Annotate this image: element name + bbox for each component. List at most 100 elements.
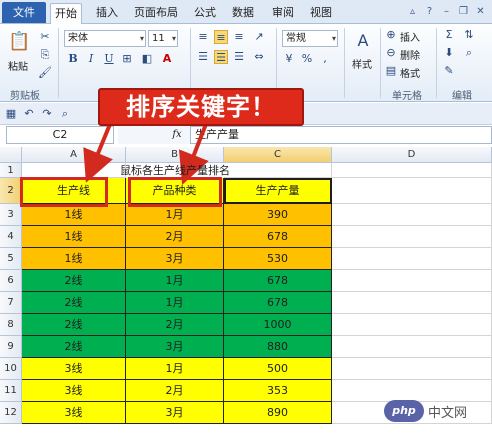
table-cell[interactable]: 2月 bbox=[126, 314, 224, 336]
table-cell[interactable]: 2线 bbox=[22, 336, 126, 358]
table-cell[interactable]: 678 bbox=[224, 226, 332, 248]
find-icon[interactable]: ⌕ bbox=[462, 46, 476, 60]
table-cell[interactable]: 678 bbox=[224, 270, 332, 292]
table-cell[interactable]: 1月 bbox=[126, 358, 224, 380]
select-all-corner[interactable] bbox=[0, 147, 22, 163]
underline-icon[interactable]: U bbox=[102, 52, 116, 66]
row-header-4[interactable]: 4 bbox=[0, 226, 22, 248]
row-header-5[interactable]: 5 bbox=[0, 248, 22, 270]
styles-icon[interactable]: A bbox=[352, 30, 374, 52]
table-cell[interactable]: 3月 bbox=[126, 336, 224, 358]
italic-icon[interactable]: I bbox=[84, 52, 98, 66]
redo-icon[interactable]: ↷ bbox=[40, 107, 54, 121]
font-name-select[interactable]: 宋体 ▾ bbox=[64, 30, 146, 47]
merge-cells-icon[interactable]: ⇔ bbox=[252, 50, 266, 64]
table-cell[interactable]: 353 bbox=[224, 380, 332, 402]
table-cell[interactable] bbox=[332, 358, 492, 380]
restore-icon[interactable]: ❐ bbox=[458, 6, 469, 17]
fill-color-icon[interactable]: ◧ bbox=[140, 52, 154, 66]
align-bottom-icon[interactable]: ≡ bbox=[232, 30, 246, 44]
clear-icon[interactable]: ✎ bbox=[442, 64, 456, 78]
tab-data[interactable]: 数据 bbox=[228, 3, 258, 24]
align-center-icon[interactable]: ☰ bbox=[214, 50, 228, 64]
align-left-icon[interactable]: ☰ bbox=[196, 50, 210, 64]
align-top-icon[interactable]: ≡ bbox=[196, 30, 210, 44]
selected-cell-c2[interactable]: 生产产量 bbox=[224, 178, 332, 204]
orientation-icon[interactable]: ↗ bbox=[252, 30, 266, 44]
font-size-select[interactable]: 11 ▾ bbox=[148, 30, 178, 47]
minimize-icon[interactable]: – bbox=[441, 6, 452, 17]
table-cell[interactable]: 2线 bbox=[22, 314, 126, 336]
table-cell[interactable]: 3月 bbox=[126, 248, 224, 270]
align-right-icon[interactable]: ☰ bbox=[232, 50, 246, 64]
bold-icon[interactable]: B bbox=[66, 52, 80, 66]
row-header-11[interactable]: 11 bbox=[0, 380, 22, 402]
row-header-12[interactable]: 12 bbox=[0, 402, 22, 424]
format-cells-icon[interactable]: ▤ bbox=[384, 64, 398, 78]
number-format-select[interactable]: 常规 ▾ bbox=[282, 30, 338, 47]
close-icon[interactable]: ✕ bbox=[475, 6, 486, 17]
row-header-9[interactable]: 9 bbox=[0, 336, 22, 358]
table-cell[interactable] bbox=[332, 314, 492, 336]
table-cell[interactable]: 2月 bbox=[126, 226, 224, 248]
cut-icon[interactable]: ✂ bbox=[38, 30, 52, 44]
autosum-icon[interactable]: Σ bbox=[442, 28, 456, 42]
insert-function-button[interactable]: fx bbox=[168, 127, 186, 143]
comma-icon[interactable]: , bbox=[318, 52, 332, 66]
font-color-icon[interactable]: A bbox=[160, 52, 174, 66]
insert-cells-icon[interactable]: ⊕ bbox=[384, 28, 398, 42]
insert-cells-button[interactable]: 插入 bbox=[400, 29, 420, 44]
tab-view[interactable]: 视图 bbox=[306, 3, 336, 24]
print-preview-icon[interactable]: ⌕ bbox=[58, 107, 72, 121]
table-cell[interactable]: 500 bbox=[224, 358, 332, 380]
undo-icon[interactable]: ↶ bbox=[22, 107, 36, 121]
paste-icon[interactable]: 📋 bbox=[8, 30, 30, 54]
border-icon[interactable]: ⊞ bbox=[120, 52, 134, 66]
column-header-b[interactable]: B bbox=[126, 147, 224, 163]
table-cell[interactable]: 880 bbox=[224, 336, 332, 358]
row-header-3[interactable]: 3 bbox=[0, 204, 22, 226]
table-cell[interactable] bbox=[332, 248, 492, 270]
table-cell[interactable] bbox=[332, 336, 492, 358]
tab-review[interactable]: 审阅 bbox=[268, 3, 298, 24]
table-cell[interactable]: 1线 bbox=[22, 204, 126, 226]
currency-icon[interactable]: ¥ bbox=[282, 52, 296, 66]
formula-input[interactable]: 生产产量 bbox=[190, 126, 492, 144]
row-header-7[interactable]: 7 bbox=[0, 292, 22, 314]
table-cell[interactable]: 390 bbox=[224, 204, 332, 226]
tab-insert[interactable]: 插入 bbox=[92, 3, 122, 24]
table-cell[interactable]: 1月 bbox=[126, 292, 224, 314]
header-cell[interactable] bbox=[332, 178, 492, 204]
format-painter-icon[interactable]: 🖌 bbox=[38, 66, 52, 80]
minimize-ribbon-icon[interactable]: ▵ bbox=[407, 6, 418, 17]
table-cell[interactable]: 1000 bbox=[224, 314, 332, 336]
percent-icon[interactable]: % bbox=[300, 52, 314, 66]
table-cell[interactable]: 3线 bbox=[22, 358, 126, 380]
tab-home[interactable]: 开始 bbox=[50, 3, 82, 24]
delete-cells-icon[interactable]: ⊖ bbox=[384, 46, 398, 60]
copy-icon[interactable]: ⎘ bbox=[38, 48, 52, 62]
align-middle-icon[interactable]: ≡ bbox=[214, 30, 228, 44]
table-cell[interactable] bbox=[332, 292, 492, 314]
format-cells-button[interactable]: 格式 bbox=[400, 65, 420, 80]
table-cell[interactable]: 678 bbox=[224, 292, 332, 314]
delete-cells-button[interactable]: 删除 bbox=[400, 47, 420, 62]
table-cell[interactable]: 3线 bbox=[22, 402, 126, 424]
row-header-10[interactable]: 10 bbox=[0, 358, 22, 380]
row-header-2[interactable]: 2 bbox=[0, 178, 22, 204]
row-header-1[interactable]: 1 bbox=[0, 163, 22, 178]
fill-icon[interactable]: ⬇ bbox=[442, 46, 456, 60]
table-cell[interactable]: 2线 bbox=[22, 270, 126, 292]
styles-label[interactable]: 样式 bbox=[352, 56, 372, 71]
name-box[interactable]: C2 bbox=[6, 126, 114, 144]
table-cell[interactable] bbox=[332, 204, 492, 226]
help-icon[interactable]: ? bbox=[424, 6, 435, 17]
table-cell[interactable]: 1月 bbox=[126, 204, 224, 226]
column-header-a[interactable]: A bbox=[22, 147, 126, 163]
title-cell[interactable]: 鼠标各生产线产量排名 bbox=[96, 163, 254, 178]
row-header-6[interactable]: 6 bbox=[0, 270, 22, 292]
table-cell[interactable]: 890 bbox=[224, 402, 332, 424]
tab-file[interactable]: 文件 bbox=[2, 2, 46, 23]
table-cell[interactable] bbox=[332, 226, 492, 248]
row-header-8[interactable]: 8 bbox=[0, 314, 22, 336]
